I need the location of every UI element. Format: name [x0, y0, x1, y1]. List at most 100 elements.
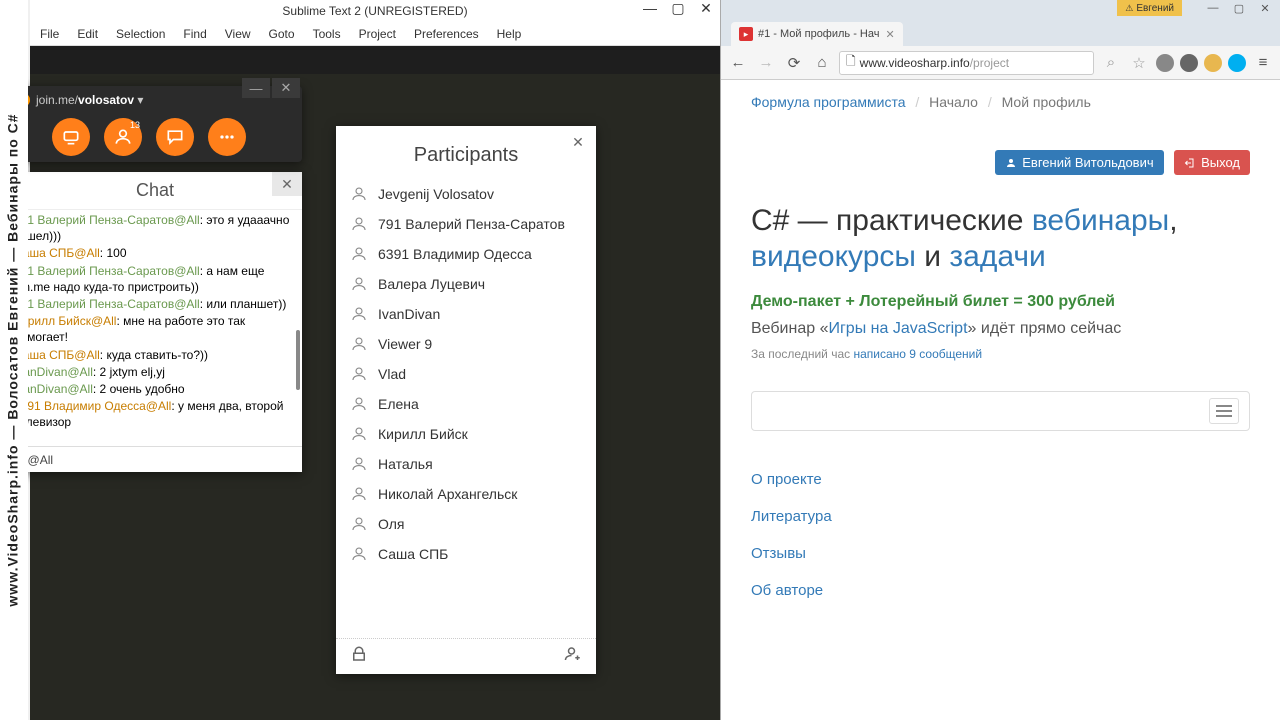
- person-icon: [350, 215, 368, 233]
- page-content: Формула программиста / Начало / Мой проф…: [721, 80, 1280, 720]
- browser-tab[interactable]: ▸ #1 - Мой профиль - Нач ✕: [731, 22, 903, 46]
- participant-item[interactable]: Оля: [346, 509, 586, 539]
- minimize-icon[interactable]: —: [640, 0, 660, 17]
- stats-line: За последний час написано 9 сообщений: [751, 347, 1250, 361]
- heading-link-tasks[interactable]: задачи: [949, 240, 1045, 273]
- breadcrumb-leaf[interactable]: Мой профиль: [1002, 94, 1091, 110]
- person-icon: [350, 365, 368, 383]
- browser-toolbar: ← → ⟳ ⌂ 🗋 www.videosharp.info/project ⌕ …: [721, 46, 1280, 80]
- menu-item-goto[interactable]: Goto: [269, 27, 295, 41]
- nav-link[interactable]: Об авторе: [751, 572, 1250, 609]
- chat-message: Саша СПБ@All: 100: [14, 245, 296, 261]
- logout-button[interactable]: Выход: [1174, 150, 1250, 175]
- home-button[interactable]: ⌂: [811, 52, 833, 74]
- close-icon[interactable]: ✕: [696, 0, 716, 17]
- person-icon: [350, 275, 368, 293]
- extension-icon[interactable]: [1204, 54, 1222, 72]
- participant-count-badge: 13: [130, 120, 140, 130]
- menu-item-help[interactable]: Help: [497, 27, 522, 41]
- participant-item[interactable]: Елена: [346, 389, 586, 419]
- key-icon[interactable]: ⌕: [1100, 52, 1122, 74]
- tab-strip: [30, 46, 720, 74]
- browser-maximize-icon[interactable]: ▢: [1226, 0, 1252, 16]
- skype-icon[interactable]: [1228, 54, 1246, 72]
- heading-link-webinars[interactable]: вебинары: [1032, 204, 1169, 237]
- participants-button[interactable]: 13: [104, 118, 142, 156]
- star-icon[interactable]: ☆: [1128, 52, 1150, 74]
- joinme-close-icon[interactable]: ✕: [272, 78, 300, 98]
- person-icon: [350, 305, 368, 323]
- person-icon: [350, 545, 368, 563]
- participant-item[interactable]: 6391 Владимир Одесса: [346, 239, 586, 269]
- back-button[interactable]: ←: [727, 52, 749, 74]
- chat-messages[interactable]: 791 Валерий Пенза-Саратов@All: это я уда…: [8, 210, 302, 446]
- nav-link[interactable]: О проекте: [751, 461, 1250, 498]
- chat-title: Chat: [136, 180, 174, 201]
- heading-link-courses[interactable]: видеокурсы: [751, 240, 916, 273]
- person-icon: [350, 485, 368, 503]
- participant-item[interactable]: Vlad: [346, 359, 586, 389]
- chat-message: 791 Валерий Пенза-Саратов@All: или планш…: [14, 296, 296, 312]
- participants-close-button[interactable]: ✕: [566, 130, 590, 154]
- joinme-minimize-icon[interactable]: —: [242, 78, 270, 98]
- participant-item[interactable]: Саша СПБ: [346, 539, 586, 569]
- chat-message: IvanDivan@All: 2 jxtym elj,yj: [14, 364, 296, 380]
- reload-button[interactable]: ⟳: [783, 52, 805, 74]
- lock-icon[interactable]: [350, 645, 368, 668]
- screen-share-button[interactable]: [52, 118, 90, 156]
- favicon-icon: ▸: [739, 27, 753, 41]
- webinar-status: Вебинар «Игры на JavaScript» идёт прямо …: [751, 317, 1250, 341]
- webinar-link[interactable]: Игры на JavaScript: [828, 320, 967, 337]
- watermark-strip: www.VideoSharp.info — Волосатов Евгений …: [0, 0, 28, 720]
- participants-list: Jevgenij Volosatov791 Валерий Пенза-Сара…: [336, 179, 596, 569]
- tab-close-icon[interactable]: ✕: [885, 28, 894, 41]
- chat-message: 6391 Владимир Одесса@All: у меня два, вт…: [14, 398, 296, 430]
- participant-item[interactable]: Jevgenij Volosatov: [346, 179, 586, 209]
- menu-item-preferences[interactable]: Preferences: [414, 27, 479, 41]
- participant-item[interactable]: Валера Луцевич: [346, 269, 586, 299]
- participants-window: ✕ Participants Jevgenij Volosatov791 Вал…: [336, 126, 596, 674]
- forward-button[interactable]: →: [755, 52, 777, 74]
- menu-icon[interactable]: ≡: [1252, 52, 1274, 74]
- extension-icon[interactable]: [1156, 54, 1174, 72]
- scrollbar-thumb[interactable]: [296, 330, 300, 390]
- extension-icon[interactable]: [1180, 54, 1198, 72]
- chat-message: Кирилл Бийск@All: мне на работе это так …: [14, 313, 296, 345]
- participant-item[interactable]: Наталья: [346, 449, 586, 479]
- menu-item-find[interactable]: Find: [183, 27, 206, 41]
- menu-item-tools[interactable]: Tools: [313, 27, 341, 41]
- sublime-menubar[interactable]: File Edit Selection Find View Goto Tools Projec…: [30, 22, 720, 46]
- participant-item[interactable]: 791 Валерий Пенза-Саратов: [346, 209, 586, 239]
- hamburger-button[interactable]: [1209, 398, 1239, 424]
- nav-link[interactable]: Литература: [751, 498, 1250, 535]
- menu-item-view[interactable]: View: [225, 27, 251, 41]
- menu-item-file[interactable]: File: [40, 27, 59, 41]
- breadcrumb: Формула программиста / Начало / Мой проф…: [751, 94, 1250, 110]
- participant-item[interactable]: IvanDivan: [346, 299, 586, 329]
- user-profile-button[interactable]: Евгений Витольдович: [995, 150, 1163, 175]
- add-participant-icon[interactable]: [564, 645, 582, 668]
- maximize-icon[interactable]: ▢: [668, 0, 688, 17]
- browser-minimize-icon[interactable]: —: [1200, 0, 1226, 16]
- address-bar[interactable]: 🗋 www.videosharp.info/project: [839, 51, 1094, 75]
- more-button[interactable]: [208, 118, 246, 156]
- menu-item-selection[interactable]: Selection: [116, 27, 165, 41]
- chat-input[interactable]: @All: [8, 446, 302, 472]
- menu-item-project[interactable]: Project: [359, 27, 396, 41]
- browser-close-icon[interactable]: ✕: [1252, 0, 1278, 16]
- participant-item[interactable]: Кирилл Бийск: [346, 419, 586, 449]
- chat-close-button[interactable]: ✕: [272, 172, 302, 196]
- participant-item[interactable]: Viewer 9: [346, 329, 586, 359]
- breadcrumb-root[interactable]: Формула программиста: [751, 94, 905, 110]
- chat-button[interactable]: [156, 118, 194, 156]
- participant-item[interactable]: Николай Архангельск: [346, 479, 586, 509]
- sublime-title: Sublime Text 2 (UNREGISTERED): [282, 4, 467, 18]
- browser-user-badge[interactable]: Евгений: [1117, 0, 1182, 16]
- stats-link[interactable]: написано 9 сообщений: [853, 347, 982, 361]
- menu-item-edit[interactable]: Edit: [77, 27, 98, 41]
- chat-message: 791 Валерий Пенза-Саратов@All: это я уда…: [14, 212, 296, 244]
- breadcrumb-mid[interactable]: Начало: [929, 94, 978, 110]
- joinme-link[interactable]: join.me/volosatov ▾: [36, 93, 143, 107]
- nav-link[interactable]: Отзывы: [751, 535, 1250, 572]
- page-heading: C# — практические вебинары, видеокурсы и…: [751, 203, 1250, 275]
